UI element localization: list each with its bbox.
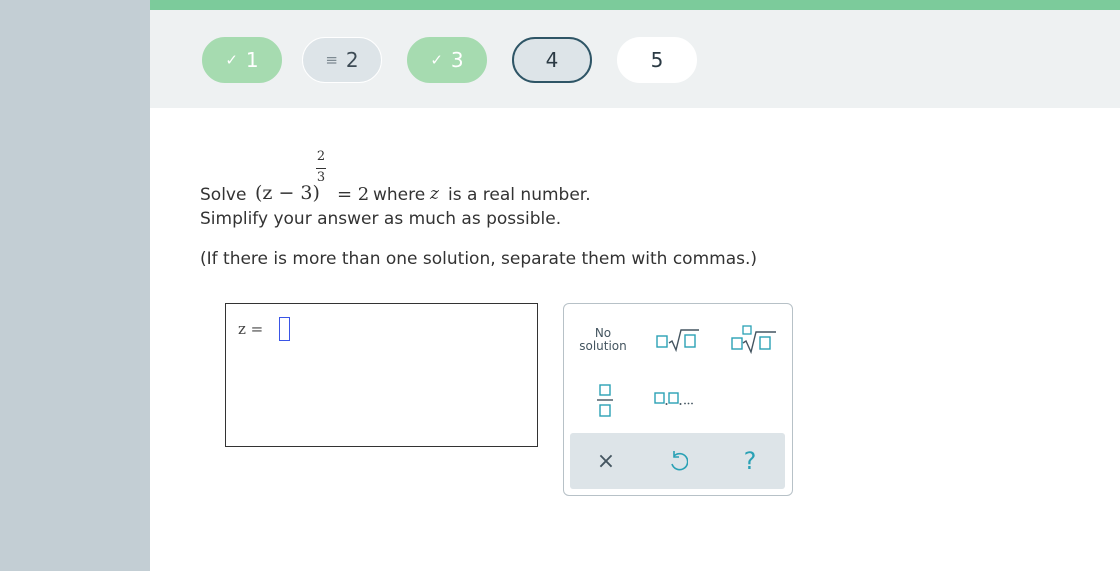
question-text: Solve (z − 3) 2 3 = 2 where z is a real … bbox=[200, 149, 758, 272]
step-4-label: 4 bbox=[545, 48, 559, 72]
step-5-button[interactable]: 5 bbox=[617, 37, 697, 83]
progress-bar bbox=[150, 0, 1120, 10]
list-button[interactable] bbox=[652, 384, 702, 414]
exponent-numerator: 2 bbox=[316, 149, 326, 164]
close-icon: × bbox=[596, 448, 616, 474]
step-5-label: 5 bbox=[650, 48, 664, 72]
step-1-button[interactable]: ✓ 1 bbox=[202, 37, 282, 83]
partial-icon: ≡ bbox=[325, 51, 338, 69]
equation-rhs: = 2 bbox=[337, 184, 370, 205]
no-solution-label-2: solution bbox=[579, 339, 627, 353]
step-4-button[interactable]: 4 bbox=[512, 37, 592, 83]
fraction-icon bbox=[597, 384, 613, 417]
keypad-action-bar: × ? bbox=[570, 433, 785, 489]
list-separator-icon bbox=[654, 392, 693, 405]
variable-z: z bbox=[430, 184, 439, 204]
math-keypad: No solution × ? bbox=[563, 303, 793, 496]
exponent-fraction-bar bbox=[316, 168, 326, 169]
real-number-text: is a real number. bbox=[448, 185, 591, 205]
check-icon: ✓ bbox=[430, 51, 443, 69]
answer-label: z = bbox=[238, 320, 264, 338]
instruction-simplify: Simplify your answer as much as possible… bbox=[200, 209, 562, 229]
undo-button[interactable] bbox=[658, 441, 698, 481]
square-root-icon bbox=[656, 329, 699, 353]
exponent-denominator: 3 bbox=[316, 170, 326, 185]
check-icon: ✓ bbox=[225, 51, 238, 69]
step-2-button[interactable]: ≡ 2 bbox=[302, 37, 382, 83]
step-1-label: 1 bbox=[245, 48, 259, 72]
nth-root-icon bbox=[731, 325, 776, 355]
fraction-button[interactable] bbox=[586, 380, 624, 420]
step-3-label: 3 bbox=[450, 48, 464, 72]
undo-icon bbox=[671, 451, 688, 471]
where-text: where bbox=[373, 185, 426, 205]
help-icon: ? bbox=[743, 447, 757, 475]
nth-root-button[interactable] bbox=[724, 322, 780, 358]
equation-line: Solve (z − 3) 2 3 = 2 where z is a real … bbox=[200, 149, 757, 205]
instruction-commas: (If there is more than one solution, sep… bbox=[200, 249, 758, 269]
no-solution-button[interactable]: No solution bbox=[572, 322, 634, 358]
step-3-button[interactable]: ✓ 3 bbox=[407, 37, 487, 83]
answer-input-area[interactable]: z = bbox=[225, 303, 538, 447]
equation-base: (z − 3) bbox=[255, 182, 320, 204]
question-navigation: ✓ 1 ≡ 2 ✓ 3 4 5 bbox=[150, 10, 1120, 108]
step-2-label: 2 bbox=[345, 48, 359, 72]
answer-cursor[interactable] bbox=[279, 317, 290, 341]
left-rail bbox=[0, 0, 150, 571]
help-button[interactable]: ? bbox=[730, 441, 770, 481]
clear-button[interactable]: × bbox=[586, 441, 626, 481]
solve-word: Solve bbox=[200, 185, 247, 205]
square-root-button[interactable] bbox=[652, 322, 702, 358]
